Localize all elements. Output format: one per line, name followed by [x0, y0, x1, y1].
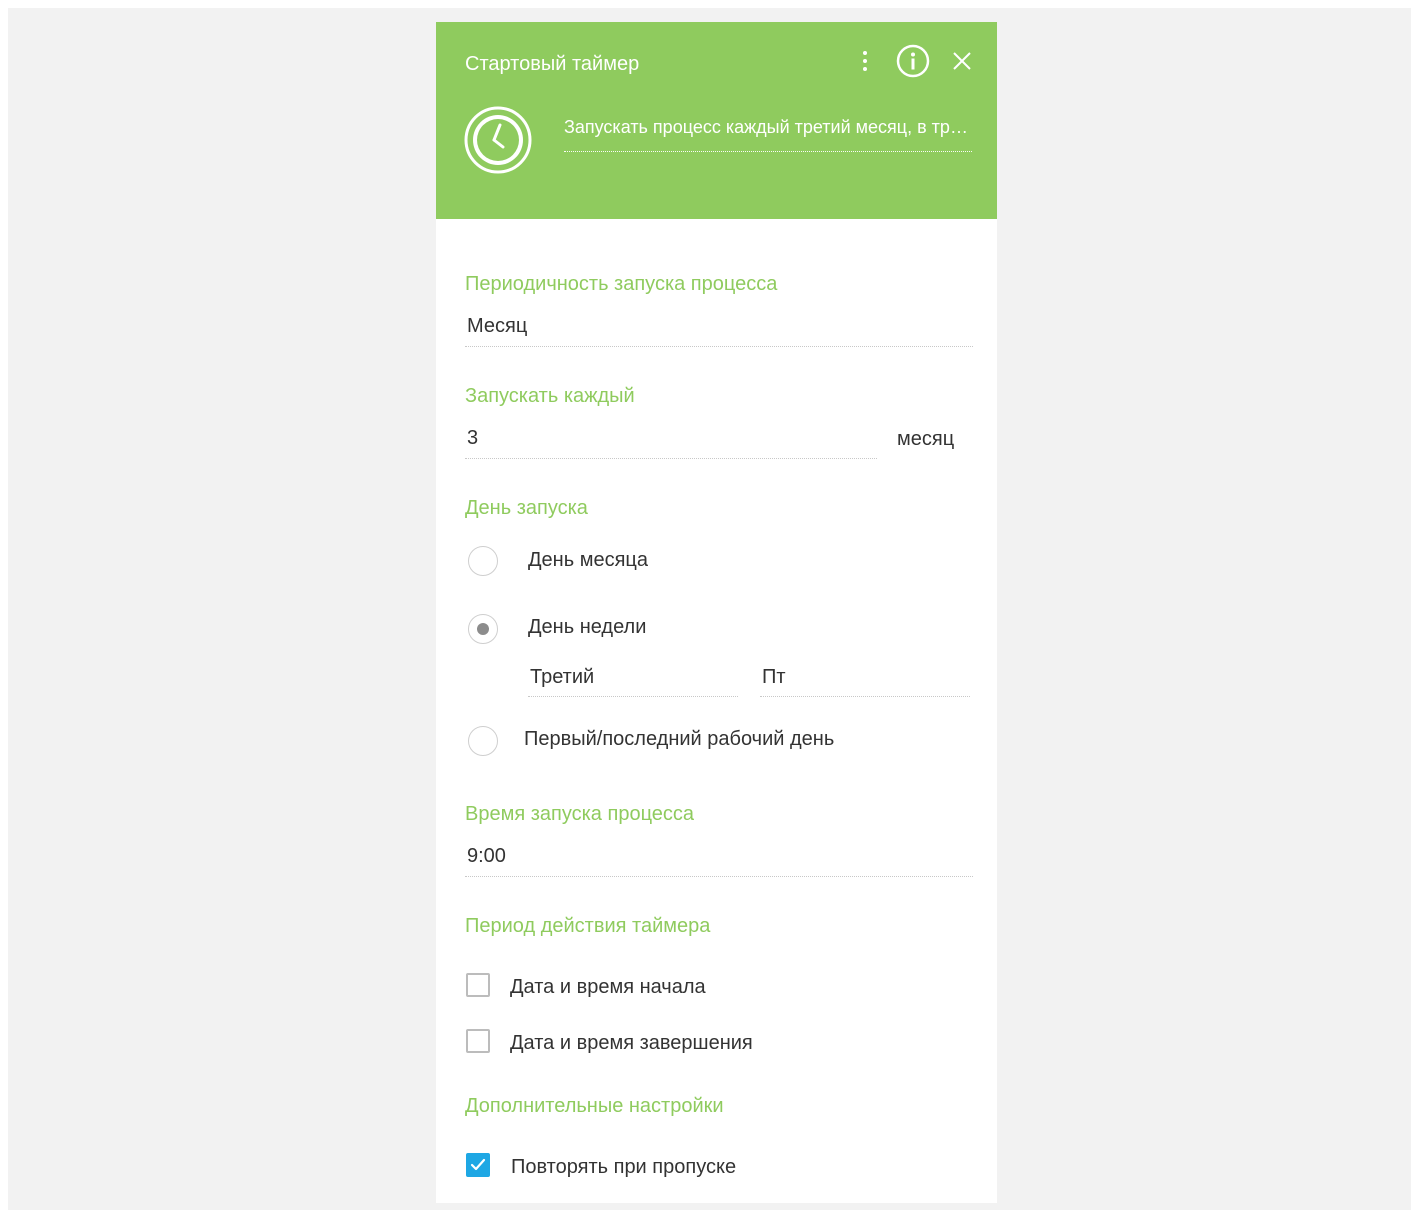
- radio-day-of-month-label[interactable]: День месяца: [528, 548, 648, 572]
- radio-day-of-month[interactable]: [468, 546, 498, 576]
- close-icon[interactable]: [950, 49, 974, 73]
- radio-first-last-workday-label[interactable]: Первый/последний рабочий день: [524, 727, 834, 751]
- timer-description-link[interactable]: Запускать процесс каждый третий месяц, в…: [564, 115, 972, 152]
- checkbox-end-datetime[interactable]: [466, 1029, 490, 1053]
- info-icon[interactable]: [896, 44, 930, 78]
- checkbox-start-datetime[interactable]: [466, 973, 490, 997]
- launch-time-input[interactable]: 9:00: [465, 844, 973, 877]
- timer-period-label: Период действия таймера: [465, 915, 711, 937]
- panel-title: Стартовый таймер: [465, 53, 640, 75]
- run-every-unit: месяц: [897, 428, 955, 450]
- checkbox-end-datetime-label[interactable]: Дата и время завершения: [510, 1031, 753, 1055]
- checkmark-icon: [470, 1158, 486, 1171]
- additional-settings-label: Дополнительные настройки: [465, 1095, 724, 1117]
- run-every-input[interactable]: 3: [465, 426, 877, 459]
- kebab-menu-icon[interactable]: [858, 48, 872, 74]
- run-every-label: Запускать каждый: [465, 385, 635, 407]
- radio-day-of-week[interactable]: [468, 614, 498, 644]
- clock-icon: [464, 106, 532, 174]
- checkbox-repeat-on-skip-label[interactable]: Повторять при пропуске: [511, 1155, 736, 1179]
- launch-time-label: Время запуска процесса: [465, 803, 695, 825]
- radio-day-of-week-label[interactable]: День недели: [528, 615, 646, 639]
- periodicity-select[interactable]: Месяц: [465, 314, 973, 347]
- weekday-select[interactable]: Пт: [760, 665, 970, 697]
- radio-first-last-workday[interactable]: [468, 726, 498, 756]
- checkbox-start-datetime-label[interactable]: Дата и время начала: [510, 975, 706, 999]
- week-ordinal-select[interactable]: Третий: [528, 665, 738, 697]
- start-timer-panel: Стартовый таймер Запускать процесс кажды…: [436, 22, 997, 1203]
- periodicity-label: Периодичность запуска процесса: [465, 273, 778, 295]
- panel-header: Стартовый таймер Запускать процесс кажды…: [436, 22, 997, 219]
- launch-day-label: День запуска: [465, 497, 588, 519]
- checkbox-repeat-on-skip[interactable]: [466, 1153, 490, 1177]
